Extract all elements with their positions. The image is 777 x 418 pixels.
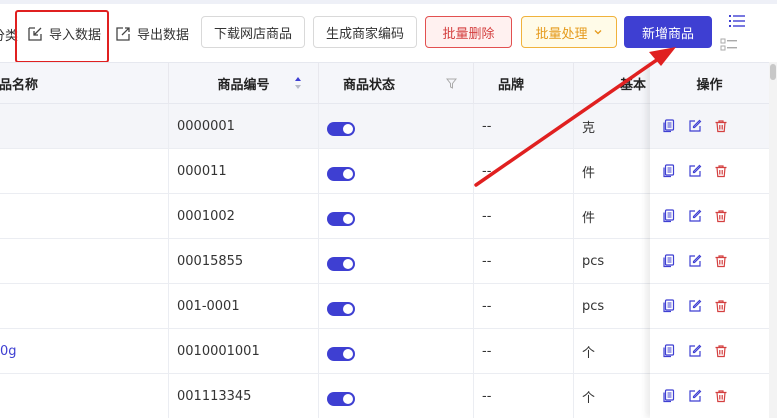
cell-product-name[interactable] bbox=[0, 284, 169, 328]
cell-product-code: 0000001 bbox=[169, 104, 319, 148]
sort-icon[interactable] bbox=[294, 76, 302, 90]
export-data-button[interactable]: 导出数据 bbox=[115, 24, 189, 43]
column-basic-unit[interactable]: 基本 bbox=[574, 63, 650, 104]
cell-basic-unit: 克 bbox=[582, 120, 596, 136]
edit-icon[interactable] bbox=[688, 119, 702, 133]
cell-product-name[interactable] bbox=[0, 374, 169, 418]
edit-icon[interactable] bbox=[688, 209, 702, 223]
row-actions bbox=[650, 284, 769, 329]
row-actions bbox=[650, 149, 769, 194]
status-toggle[interactable] bbox=[327, 347, 355, 361]
delete-icon[interactable] bbox=[714, 344, 728, 358]
delete-icon[interactable] bbox=[714, 209, 728, 223]
status-toggle[interactable] bbox=[327, 392, 355, 406]
filter-icon[interactable] bbox=[446, 78, 457, 89]
cell-basic-unit: 个 bbox=[582, 345, 596, 361]
delete-icon[interactable] bbox=[714, 119, 728, 133]
toolbar: 分类 导入数据 导出数据 下载网店商品 生成商家编码 批量删除 批量处理 新增商… bbox=[0, 4, 777, 62]
column-product-code[interactable]: 商品编号 bbox=[169, 63, 319, 104]
list-view-icon[interactable] bbox=[728, 13, 746, 29]
copy-icon[interactable] bbox=[662, 119, 676, 133]
generate-merchant-code-button[interactable]: 生成商家编码 bbox=[313, 16, 417, 48]
cell-product-code: 0001002 bbox=[169, 194, 319, 238]
cell-brand: -- bbox=[474, 149, 574, 193]
edit-icon[interactable] bbox=[688, 164, 702, 178]
batch-process-label: 批量处理 bbox=[535, 26, 588, 42]
copy-icon[interactable] bbox=[662, 344, 676, 358]
cell-brand: -- bbox=[474, 239, 574, 283]
batch-delete-button[interactable]: 批量删除 bbox=[425, 16, 512, 48]
copy-icon[interactable] bbox=[662, 209, 676, 223]
cell-product-name[interactable] bbox=[0, 194, 169, 238]
cell-brand: -- bbox=[474, 194, 574, 238]
cell-product-name[interactable] bbox=[0, 149, 169, 193]
scrollbar-thumb[interactable] bbox=[770, 64, 776, 80]
cell-product-code: 001-0001 bbox=[169, 284, 319, 328]
delete-icon[interactable] bbox=[714, 164, 728, 178]
cell-product-status bbox=[319, 374, 474, 418]
column-brand[interactable]: 品牌 bbox=[474, 63, 574, 104]
status-toggle[interactable] bbox=[327, 302, 355, 316]
row-actions bbox=[650, 104, 769, 149]
cell-product-code: 000011 bbox=[169, 149, 319, 193]
cell-brand: -- bbox=[474, 374, 574, 418]
status-toggle[interactable] bbox=[327, 122, 355, 136]
cell-product-code: 00015855 bbox=[169, 239, 319, 283]
edit-icon[interactable] bbox=[688, 299, 702, 313]
row-actions bbox=[650, 329, 769, 374]
export-data-label: 导出数据 bbox=[137, 28, 190, 43]
copy-icon[interactable] bbox=[662, 299, 676, 313]
cell-brand: -- bbox=[474, 329, 574, 373]
cell-basic-unit: 个 bbox=[582, 390, 596, 406]
vertical-scrollbar[interactable] bbox=[769, 62, 777, 418]
cell-basic-unit: pcs bbox=[582, 253, 605, 269]
delete-icon[interactable] bbox=[714, 254, 728, 268]
row-actions bbox=[650, 194, 769, 239]
cell-brand: -- bbox=[474, 104, 574, 148]
cell-product-status bbox=[319, 239, 474, 283]
copy-icon[interactable] bbox=[662, 254, 676, 268]
cell-product-status bbox=[319, 194, 474, 238]
cell-basic-unit: pcs bbox=[582, 298, 605, 314]
delete-icon[interactable] bbox=[714, 299, 728, 313]
delete-icon[interactable] bbox=[714, 389, 728, 403]
cell-product-name[interactable]: 0g bbox=[0, 329, 169, 373]
column-product-name[interactable]: 商品名称 bbox=[0, 63, 169, 104]
row-actions bbox=[650, 374, 769, 418]
cell-product-name[interactable] bbox=[0, 239, 169, 283]
status-toggle[interactable] bbox=[327, 257, 355, 271]
edit-icon[interactable] bbox=[688, 254, 702, 268]
column-product-status[interactable]: 商品状态 bbox=[319, 63, 474, 104]
cell-product-name[interactable] bbox=[0, 104, 169, 148]
cell-product-status bbox=[319, 104, 474, 148]
cell-brand: -- bbox=[474, 284, 574, 328]
cell-product-code: 0010001001 bbox=[169, 329, 319, 373]
annotation-highlight-box bbox=[15, 10, 109, 63]
status-toggle[interactable] bbox=[327, 167, 355, 181]
column-operations: 操作 bbox=[650, 62, 769, 104]
copy-icon[interactable] bbox=[662, 164, 676, 178]
row-actions bbox=[650, 239, 769, 284]
add-product-button[interactable]: 新增商品 bbox=[624, 16, 712, 48]
edit-icon[interactable] bbox=[688, 389, 702, 403]
cell-basic-unit: 件 bbox=[582, 165, 596, 181]
copy-icon[interactable] bbox=[662, 389, 676, 403]
cell-basic-unit: 件 bbox=[582, 210, 596, 226]
cell-product-status bbox=[319, 329, 474, 373]
chevron-down-icon bbox=[594, 30, 601, 35]
cell-product-status bbox=[319, 149, 474, 193]
download-store-products-button[interactable]: 下载网店商品 bbox=[201, 16, 305, 48]
product-table: 商品名称 商品编号 商品状态 品牌 基本 0000001 -- 克 0000 bbox=[0, 62, 769, 418]
cell-product-code: 001113345 bbox=[169, 374, 319, 418]
batch-process-dropdown[interactable]: 批量处理 bbox=[521, 16, 617, 48]
card-view-icon[interactable] bbox=[720, 37, 738, 53]
cell-product-status bbox=[319, 284, 474, 328]
export-icon bbox=[116, 26, 130, 41]
operations-column: 操作 bbox=[650, 62, 769, 418]
edit-icon[interactable] bbox=[688, 344, 702, 358]
status-toggle[interactable] bbox=[327, 212, 355, 226]
